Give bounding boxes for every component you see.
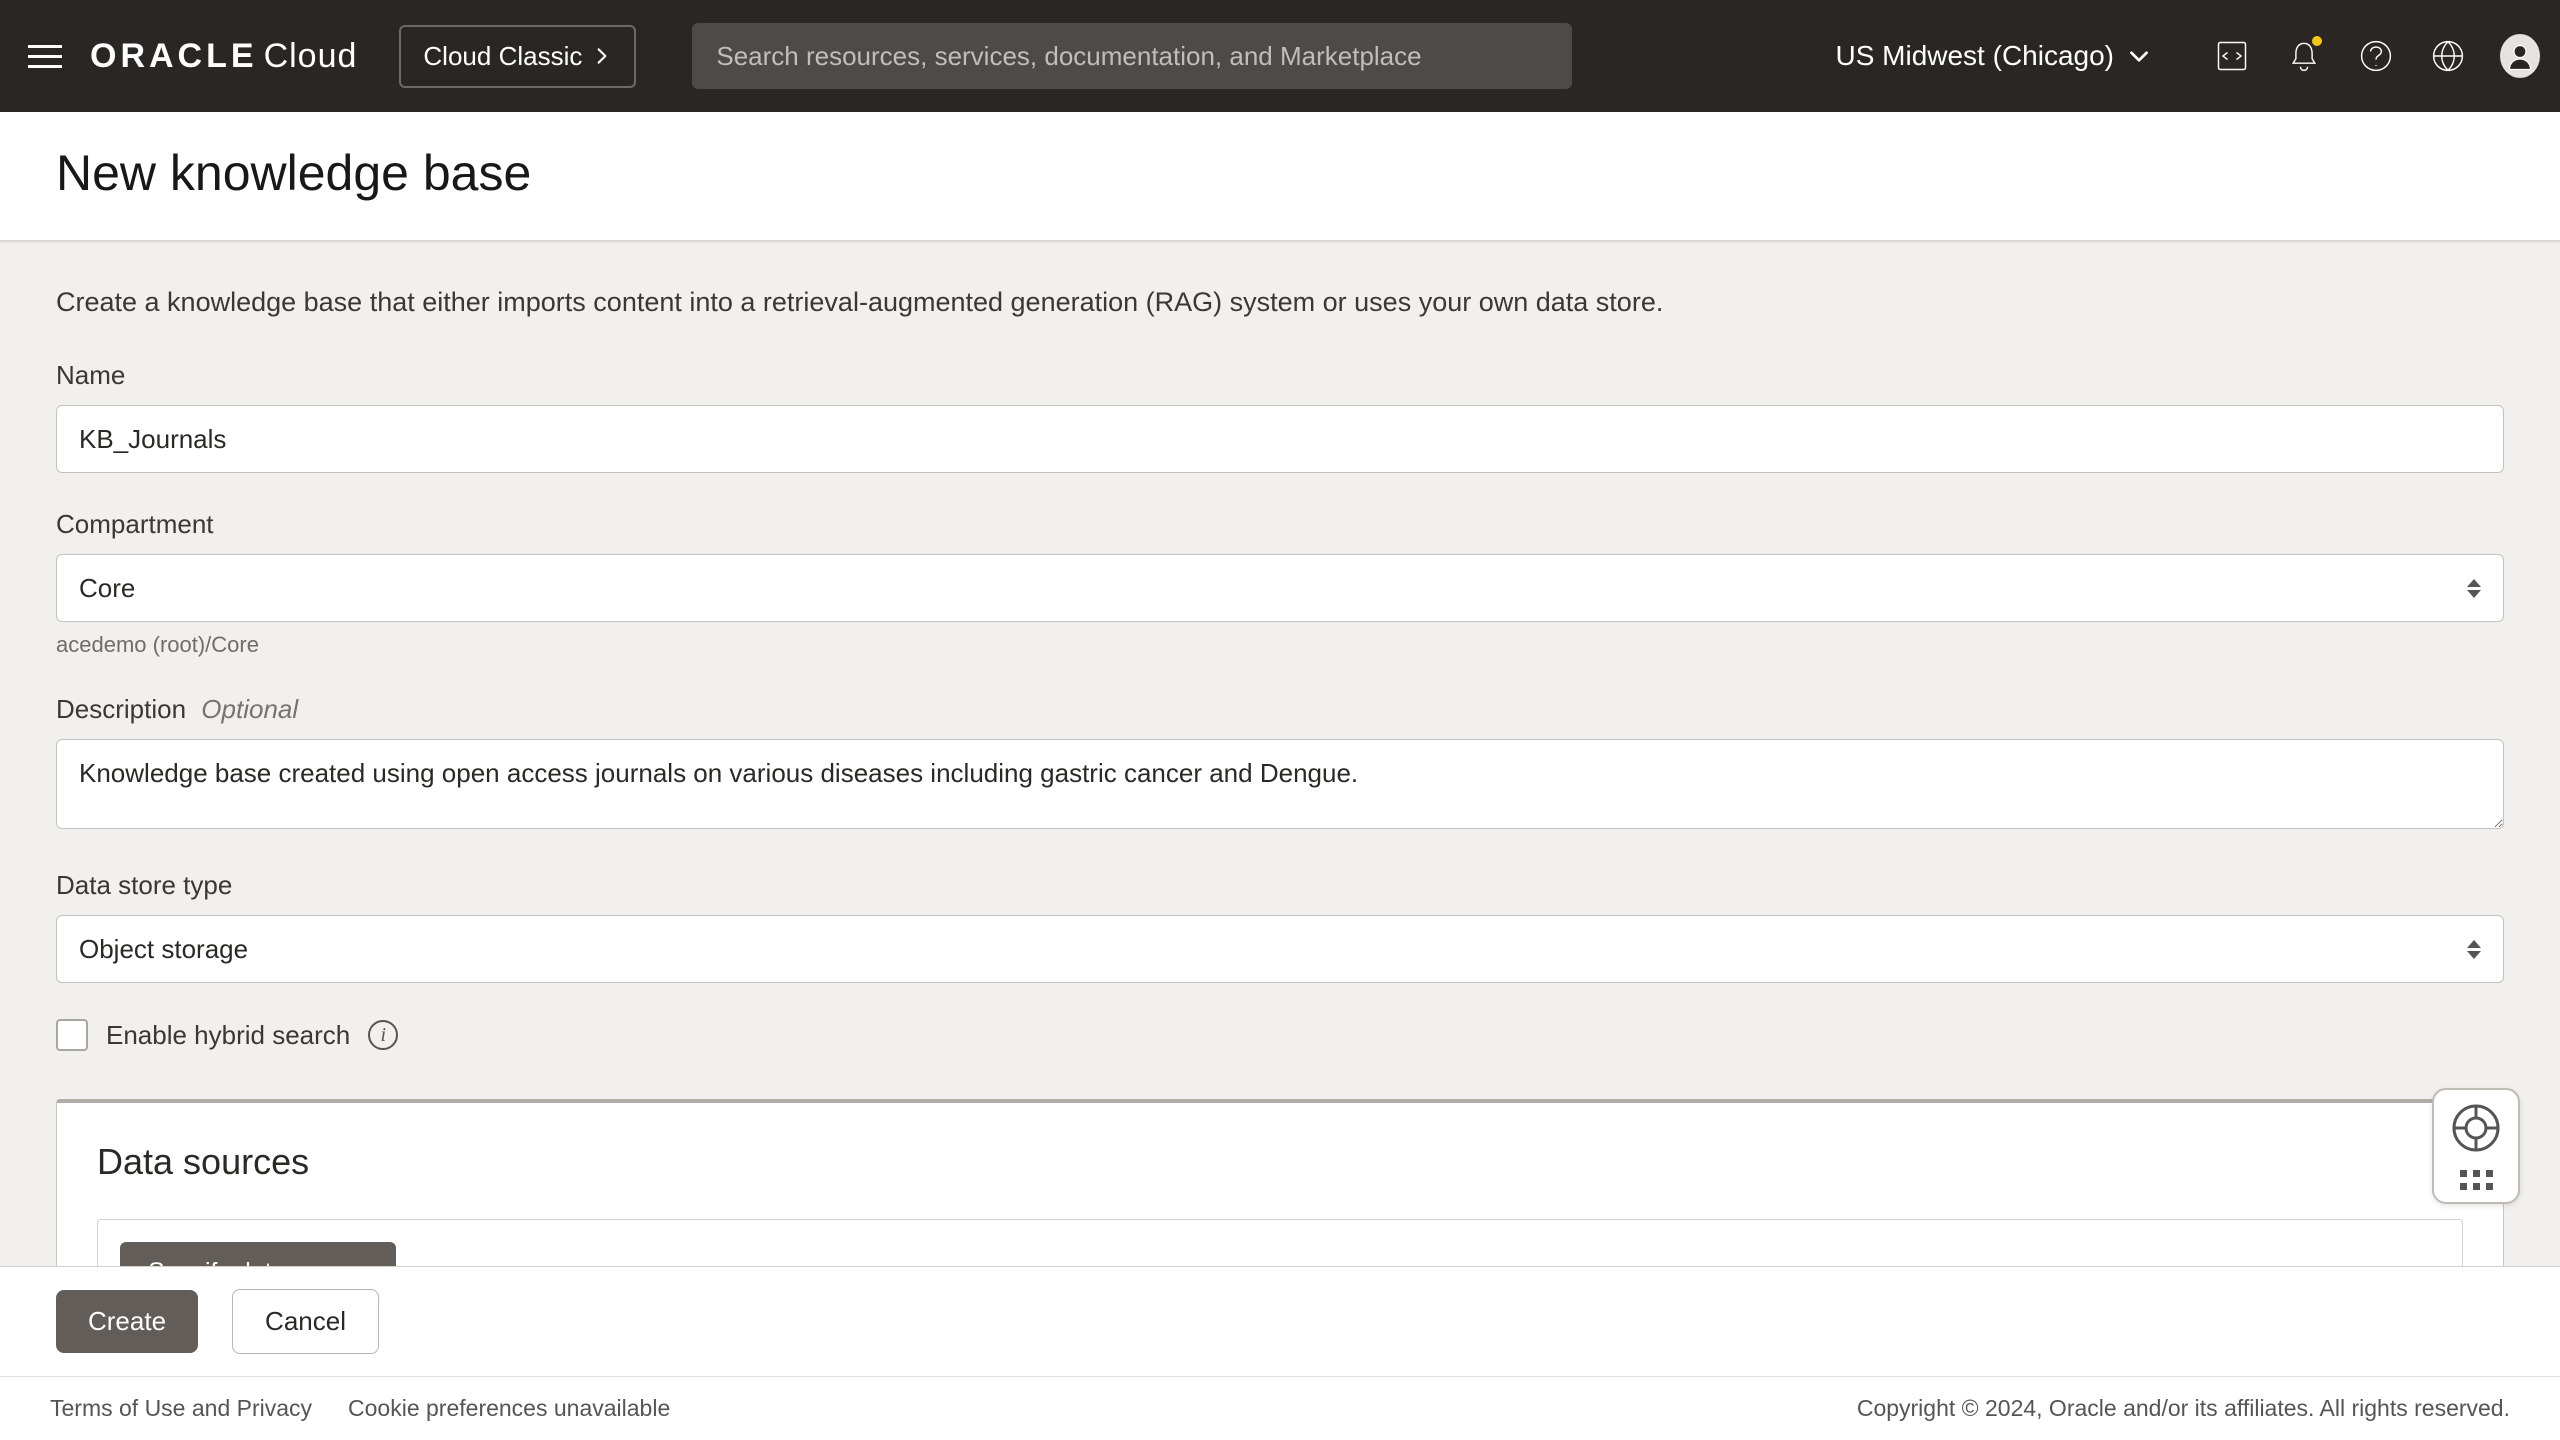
name-input[interactable] — [56, 405, 2504, 473]
drag-handle-icon[interactable] — [2460, 1170, 2493, 1190]
compartment-value: Core — [79, 573, 135, 604]
header-icon-group — [2212, 36, 2540, 76]
page-title: New knowledge base — [56, 144, 2504, 202]
logo-suffix: Cloud — [264, 37, 358, 76]
data-store-type-field: Data store type Object storage — [56, 870, 2504, 983]
action-bar: Create Cancel — [0, 1266, 2560, 1376]
optional-tag: Optional — [201, 694, 298, 724]
compartment-label: Compartment — [56, 509, 2504, 540]
info-icon[interactable]: i — [368, 1020, 398, 1050]
data-store-type-label: Data store type — [56, 870, 2504, 901]
lifebuoy-icon — [2450, 1102, 2502, 1154]
compartment-field: Compartment Core acedemo (root)/Core — [56, 509, 2504, 658]
footer-links: Terms of Use and Privacy Cookie preferen… — [50, 1395, 670, 1422]
select-caret-icon — [2467, 940, 2481, 959]
terms-link[interactable]: Terms of Use and Privacy — [50, 1395, 312, 1422]
global-header: ORACLE Cloud Cloud Classic US Midwest (C… — [0, 0, 2560, 112]
data-sources-panel: Data sources Specify data source — [56, 1099, 2504, 1266]
enable-hybrid-label: Enable hybrid search — [106, 1020, 350, 1051]
compartment-path: acedemo (root)/Core — [56, 632, 2504, 658]
cookies-link[interactable]: Cookie preferences unavailable — [348, 1395, 670, 1422]
data-store-type-value: Object storage — [79, 934, 248, 965]
menu-toggle-button[interactable] — [20, 31, 70, 81]
compartment-select[interactable]: Core — [56, 554, 2504, 622]
page-title-bar: New knowledge base — [0, 112, 2560, 241]
logo-brand: ORACLE — [90, 37, 258, 76]
description-input[interactable] — [56, 739, 2504, 829]
form-area: Create a knowledge base that either impo… — [0, 241, 2560, 1266]
user-avatar[interactable] — [2500, 36, 2540, 76]
cloud-classic-button[interactable]: Cloud Classic — [399, 25, 636, 88]
help-widget[interactable] — [2432, 1088, 2520, 1204]
enable-hybrid-row: Enable hybrid search i — [56, 1019, 2504, 1051]
data-sources-heading: Data sources — [97, 1141, 2463, 1183]
specify-data-source-button[interactable]: Specify data source — [120, 1242, 396, 1266]
region-selector[interactable]: US Midwest (Chicago) — [1835, 40, 2152, 72]
cancel-button[interactable]: Cancel — [232, 1289, 379, 1354]
search-input[interactable] — [716, 41, 1548, 72]
data-sources-inner: Specify data source — [97, 1219, 2463, 1266]
data-store-type-select[interactable]: Object storage — [56, 915, 2504, 983]
name-field: Name — [56, 360, 2504, 473]
enable-hybrid-checkbox[interactable] — [56, 1019, 88, 1051]
region-label: US Midwest (Chicago) — [1835, 40, 2114, 72]
developer-tools-icon[interactable] — [2212, 36, 2252, 76]
help-icon[interactable] — [2356, 36, 2396, 76]
cloud-classic-label: Cloud Classic — [423, 41, 582, 72]
create-button[interactable]: Create — [56, 1290, 198, 1353]
description-field: Description Optional — [56, 694, 2504, 834]
description-label: Description Optional — [56, 694, 2504, 725]
chevron-right-icon — [592, 46, 612, 66]
notification-badge — [2312, 36, 2322, 46]
global-search[interactable] — [692, 23, 1572, 89]
footer: Terms of Use and Privacy Cookie preferen… — [0, 1376, 2560, 1440]
name-label: Name — [56, 360, 2504, 391]
select-caret-icon — [2467, 579, 2481, 598]
chevron-down-icon — [2126, 43, 2152, 69]
notifications-icon[interactable] — [2284, 36, 2324, 76]
language-icon[interactable] — [2428, 36, 2468, 76]
copyright-text: Copyright © 2024, Oracle and/or its affi… — [1857, 1395, 2510, 1422]
oracle-cloud-logo[interactable]: ORACLE Cloud — [90, 37, 357, 76]
page-intro: Create a knowledge base that either impo… — [56, 287, 2504, 318]
